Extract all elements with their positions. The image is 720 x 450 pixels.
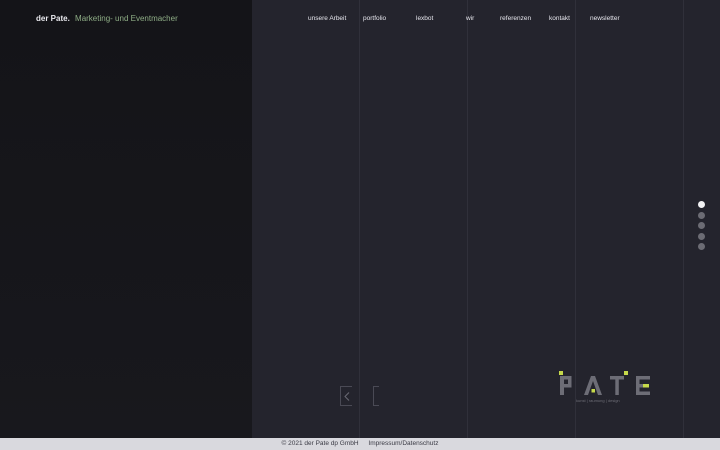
nav-item-kontakt[interactable]: kontakt [549,15,570,22]
pagination-dot[interactable] [698,232,705,240]
slide-pagination [698,201,705,254]
brand-tagline: Marketing- und Eventmacher [75,14,178,23]
footer: © 2021 der Pate dp GmbH Impressum/Datens… [0,438,720,450]
left-panel [0,0,252,438]
logo-subtitle: kunst | raumung | design [576,398,620,403]
impressum-link[interactable]: Impressum/Datenschutz [368,440,438,447]
pagination-dot[interactable] [698,211,705,219]
grid-divider [683,0,684,438]
nav-item-newsletter[interactable]: newsletter [590,15,620,22]
grid-divider [359,0,360,438]
next-slide-button[interactable] [373,386,379,406]
brand-name[interactable]: der Pate. [36,14,70,23]
chevron-left-icon [344,392,350,401]
nav-item-portfolio[interactable]: portfolio [363,15,386,22]
nav-item-referenzen[interactable]: referenzen [500,15,531,22]
grid-divider [467,0,468,438]
pate-logo: kunst | raumung | design [559,371,650,403]
pagination-dot[interactable] [698,222,705,229]
prev-slide-button[interactable] [340,386,352,406]
nav-item-unsere-arbeit[interactable]: unsere Arbeit [308,15,346,22]
brand[interactable]: der Pate. Marketing- und Eventmacher [36,14,178,23]
pagination-dot[interactable] [698,201,705,208]
pagination-dot[interactable] [698,243,705,250]
nav-item-lexbot[interactable]: lexbot [416,15,433,22]
nav-item-wir[interactable]: wir [466,15,474,22]
copyright-text: © 2021 der Pate dp GmbH [281,440,359,447]
